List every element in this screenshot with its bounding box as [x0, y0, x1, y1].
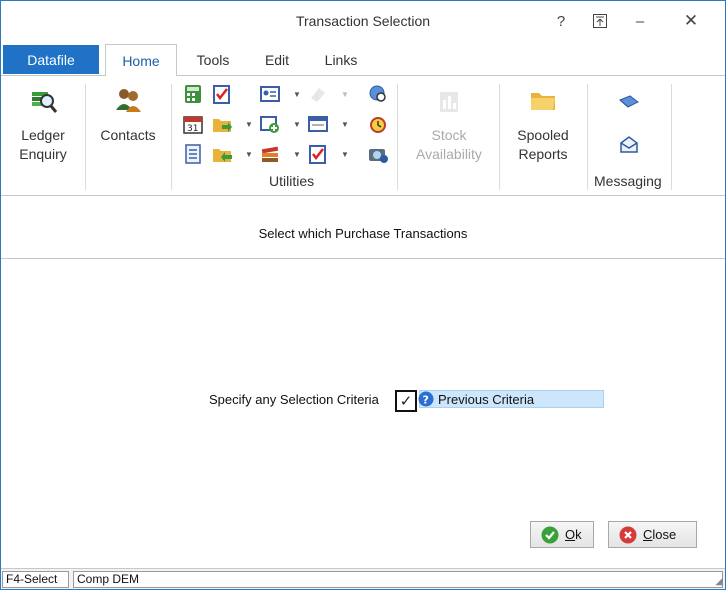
checklist-icon[interactable] — [211, 84, 233, 104]
dropdown-arrow-icon[interactable]: ▼ — [341, 150, 349, 159]
tab-links[interactable]: Links — [315, 44, 367, 75]
status-f4-select: F4-Select — [2, 571, 69, 588]
books-icon[interactable] — [259, 144, 281, 164]
add-contact-icon[interactable] — [259, 114, 281, 134]
dropdown-arrow-icon[interactable]: ▼ — [293, 150, 301, 159]
resize-grip-icon[interactable]: ◢ — [715, 576, 723, 587]
stock-label-line1: Stock — [431, 127, 467, 143]
ledger-search-icon — [32, 92, 58, 113]
selection-prompt: Select which Purchase Transactions — [258, 226, 468, 241]
window-title: Transaction Selection — [295, 13, 431, 29]
tab-home[interactable]: Home — [105, 44, 177, 76]
folder-import-icon[interactable] — [211, 144, 233, 164]
status-company: Comp DEM — [73, 571, 723, 588]
contact-card-icon[interactable] — [259, 84, 281, 104]
ok-check-icon — [541, 526, 559, 543]
selection-criteria-label: Specify any Selection Criteria — [209, 392, 379, 407]
close-x-icon — [619, 526, 637, 543]
close-label: Close — [643, 527, 676, 542]
previous-criteria-field[interactable]: ? Previous Criteria — [418, 390, 604, 408]
spooled-label-line2: Reports — [518, 146, 568, 162]
utilities-group-label: Utilities — [269, 173, 315, 189]
ribbon-separator — [171, 84, 172, 190]
help-circle-icon: ? — [418, 391, 434, 407]
open-mail-icon[interactable] — [618, 134, 640, 154]
camera-settings-icon[interactable] — [367, 144, 389, 164]
status-bar: F4-Select Comp DEM ◢ — [1, 568, 725, 589]
spooled-reports-button[interactable]: Spooled Reports — [507, 86, 579, 178]
ledger-enquiry-button[interactable]: Ledger Enquiry — [9, 86, 77, 178]
document-list-icon[interactable] — [182, 144, 204, 164]
calculator-icon[interactable] — [182, 84, 204, 104]
contacts-label: Contacts — [100, 127, 156, 143]
svg-text:31: 31 — [187, 124, 198, 134]
form-window-icon[interactable] — [307, 114, 329, 134]
alarm-clock-icon[interactable] — [367, 114, 389, 134]
dropdown-arrow-icon[interactable]: ▼ — [293, 90, 301, 99]
help-button[interactable]: ? — [546, 9, 576, 33]
dropdown-arrow-icon[interactable]: ▼ — [341, 120, 349, 129]
spooled-label-line1: Spooled — [517, 127, 569, 143]
dropdown-arrow-icon[interactable]: ▼ — [293, 120, 301, 129]
ok-label-rest: k — [575, 527, 582, 542]
folder-icon — [531, 93, 555, 110]
send-mail-icon[interactable] — [618, 92, 640, 112]
ribbon-separator — [499, 84, 500, 190]
eraser-icon — [311, 88, 325, 102]
stock-chart-icon — [440, 92, 458, 112]
close-accelerator: C — [643, 527, 653, 542]
dropdown-arrow-icon: ▼ — [341, 90, 349, 99]
globe-search-icon[interactable] — [367, 84, 389, 104]
ledger-label-line1: Ledger — [21, 127, 65, 143]
tab-tools[interactable]: Tools — [187, 44, 239, 75]
close-button[interactable]: Close — [608, 521, 697, 548]
messaging-group-label: Messaging — [594, 173, 662, 189]
contacts-icon — [116, 89, 141, 112]
calendar-icon[interactable]: 31 — [182, 114, 204, 134]
ledger-label-line2: Enquiry — [19, 146, 67, 162]
dropdown-arrow-icon[interactable]: ▼ — [245, 120, 253, 129]
tab-datafile[interactable]: Datafile — [3, 45, 99, 74]
contacts-button[interactable]: Contacts — [93, 86, 163, 166]
restore-icon — [593, 14, 607, 28]
close-window-button[interactable]: ✕ — [676, 9, 706, 33]
stock-availability-button: Stock Availability — [407, 86, 491, 178]
ribbon-separator — [671, 84, 672, 190]
minimize-button[interactable]: – — [625, 9, 655, 33]
stock-label-line2: Availability — [416, 146, 482, 162]
previous-criteria-text: Previous Criteria — [438, 391, 535, 407]
ribbon-separator — [397, 84, 398, 190]
selection-criteria-checkbox[interactable]: ✓ — [395, 390, 417, 412]
dropdown-arrow-icon[interactable]: ▼ — [245, 150, 253, 159]
ribbon-separator — [85, 84, 86, 190]
folder-export-icon[interactable] — [211, 114, 233, 134]
tab-edit[interactable]: Edit — [253, 44, 301, 75]
task-check-icon[interactable] — [307, 144, 329, 164]
ok-button[interactable]: Ok — [530, 521, 594, 548]
ribbon-home: Ledger Enquiry Contacts ▼ ▼ 31 ▼ ▼ ▼ ▼ ▼… — [1, 75, 725, 196]
ok-accelerator: O — [565, 527, 576, 542]
ok-label: Ok — [565, 527, 582, 542]
restore-button[interactable] — [585, 9, 615, 33]
svg-text:?: ? — [423, 394, 429, 407]
content-divider — [1, 258, 725, 259]
ribbon-tabs: Datafile Home Tools Edit Links — [1, 44, 725, 76]
ribbon-separator — [587, 84, 588, 190]
title-bar: Transaction Selection ? – ✕ — [1, 1, 725, 41]
close-label-rest: lose — [652, 527, 677, 542]
transaction-selection-window: Transaction Selection ? – ✕ Datafile Hom… — [0, 0, 726, 590]
